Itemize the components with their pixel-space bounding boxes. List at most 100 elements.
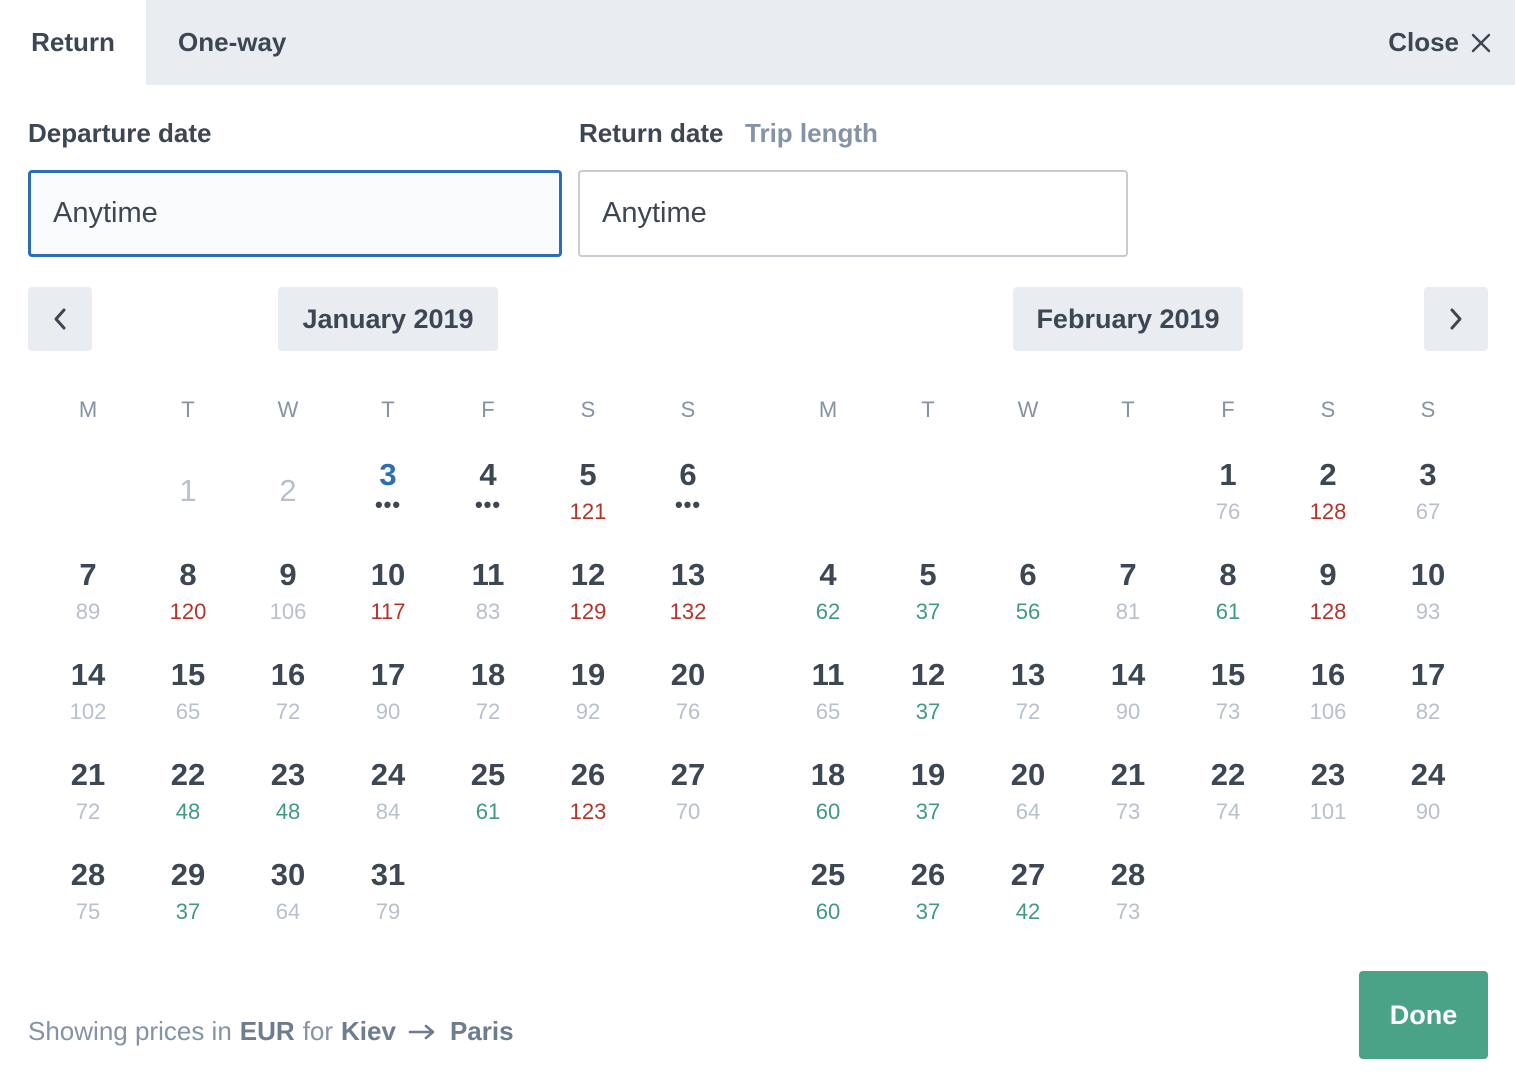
day-cell[interactable]: 24 84 — [338, 750, 438, 850]
day-number: 17 — [1410, 657, 1446, 692]
day-price: 60 — [815, 799, 841, 824]
day-cell[interactable]: 12 37 — [878, 650, 978, 750]
day-cell[interactable]: 14 102 — [38, 650, 138, 750]
day-cell[interactable]: 4 62 — [778, 550, 878, 650]
day-cell[interactable]: 23 48 — [238, 750, 338, 850]
day-cell[interactable]: 3 ••• — [338, 450, 438, 550]
day-cell[interactable]: 26 123 — [538, 750, 638, 850]
day-cell[interactable]: 22 74 — [1178, 750, 1278, 850]
tab-one-way[interactable]: One-way — [178, 0, 286, 85]
day-cell[interactable]: 11 65 — [778, 650, 878, 750]
day-cell[interactable]: 5 121 — [538, 450, 638, 550]
day-cell[interactable]: 22 48 — [138, 750, 238, 850]
day-cell[interactable]: 2 128 — [1278, 450, 1378, 550]
day-cell[interactable]: 6 56 — [978, 550, 1078, 650]
day-number: 2 — [279, 473, 297, 508]
day-number: 3 — [1419, 457, 1437, 492]
day-cell[interactable]: 21 73 — [1078, 750, 1178, 850]
day-cell[interactable]: 11 83 — [438, 550, 538, 650]
day-cell[interactable]: 20 76 — [638, 650, 738, 750]
weekday-label: T — [181, 397, 195, 422]
day-cell[interactable]: 13 72 — [978, 650, 1078, 750]
day-cell[interactable]: 25 61 — [438, 750, 538, 850]
day-cell[interactable]: 19 37 — [878, 750, 978, 850]
day-cell[interactable]: 24 90 — [1378, 750, 1478, 850]
day-number: 16 — [270, 657, 306, 692]
day-number: 7 — [1119, 557, 1137, 592]
footer-for: for — [302, 1016, 334, 1046]
day-cell[interactable]: 7 89 — [38, 550, 138, 650]
day-price: 90 — [375, 699, 401, 724]
day-price: 61 — [1215, 599, 1241, 624]
day-cell[interactable]: 9 128 — [1278, 550, 1378, 650]
day-cell[interactable]: 10 93 — [1378, 550, 1478, 650]
day-cell[interactable]: 30 64 — [238, 850, 338, 950]
day-number: 8 — [1219, 557, 1237, 592]
day-cell[interactable]: 9 106 — [238, 550, 338, 650]
close-icon — [1471, 33, 1491, 52]
day-cell[interactable]: 15 65 — [138, 650, 238, 750]
day-price: 75 — [75, 899, 101, 924]
day-cell[interactable]: 23 101 — [1278, 750, 1378, 850]
day-number: 19 — [910, 757, 946, 792]
day-cell[interactable]: 19 92 — [538, 650, 638, 750]
trip-length-link[interactable]: Trip length — [745, 118, 878, 149]
return-date-input[interactable] — [578, 170, 1128, 257]
price-currency-note: Showing prices in EUR for Kiev Paris — [28, 1016, 514, 1047]
day-cell[interactable]: 31 79 — [338, 850, 438, 950]
day-price: 73 — [1115, 899, 1141, 924]
day-number: 12 — [570, 557, 606, 592]
previous-month-button[interactable] — [28, 287, 92, 351]
close-button[interactable]: Close — [1388, 0, 1493, 85]
day-cell[interactable]: 28 75 — [38, 850, 138, 950]
done-button[interactable]: Done — [1359, 971, 1488, 1059]
day-number: 13 — [670, 557, 706, 592]
day-number: 6 — [679, 457, 697, 492]
day-cell[interactable]: 8 61 — [1178, 550, 1278, 650]
day-cell[interactable]: 27 42 — [978, 850, 1078, 950]
day-cell[interactable]: 10 117 — [338, 550, 438, 650]
day-cell[interactable]: 8 120 — [138, 550, 238, 650]
day-price: 90 — [1115, 699, 1141, 724]
day-cell[interactable]: 25 60 — [778, 850, 878, 950]
day-cell[interactable]: 21 72 — [38, 750, 138, 850]
day-cell[interactable]: 5 37 — [878, 550, 978, 650]
day-price: 84 — [375, 799, 401, 824]
day-cell[interactable]: 20 64 — [978, 750, 1078, 850]
day-cell[interactable]: 6 ••• — [638, 450, 738, 550]
departure-date-input[interactable] — [28, 170, 562, 257]
day-cell[interactable]: 16 72 — [238, 650, 338, 750]
day-cell[interactable]: 3 67 — [1378, 450, 1478, 550]
day-price: 106 — [1309, 699, 1347, 724]
day-cell[interactable]: 17 90 — [338, 650, 438, 750]
day-cell[interactable]: 29 37 — [138, 850, 238, 950]
day-cell[interactable]: 27 70 — [638, 750, 738, 850]
day-number: 31 — [370, 857, 406, 892]
day-cell[interactable]: 26 37 — [878, 850, 978, 950]
day-number: 5 — [919, 557, 937, 592]
day-cell[interactable]: 7 81 — [1078, 550, 1178, 650]
day-cell[interactable]: 16 106 — [1278, 650, 1378, 750]
day-cell[interactable]: 4 ••• — [438, 450, 538, 550]
day-cell[interactable]: 28 73 — [1078, 850, 1178, 950]
day-cell[interactable]: 13 132 — [638, 550, 738, 650]
day-cell[interactable]: 15 73 — [1178, 650, 1278, 750]
day-cell[interactable]: 17 82 — [1378, 650, 1478, 750]
day-cell[interactable]: 18 72 — [438, 650, 538, 750]
day-cell[interactable]: 14 90 — [1078, 650, 1178, 750]
day-cell[interactable]: 18 60 — [778, 750, 878, 850]
next-month-button[interactable] — [1424, 287, 1488, 351]
day-number: 10 — [370, 557, 406, 592]
weekday-label: T — [1121, 397, 1135, 422]
day-number: 3 — [379, 457, 397, 492]
weekday-label: F — [1221, 397, 1235, 422]
day-price: 117 — [370, 599, 406, 624]
day-price: 64 — [1015, 799, 1041, 824]
day-price: 67 — [1415, 499, 1441, 524]
calendar-january: MTWTFSS 1 2 3 ••• 4 ••• 5 121 6 ••• 7 89 8 120 9 106 10 1… — [38, 390, 738, 950]
close-label: Close — [1388, 27, 1459, 57]
tab-return[interactable]: Return — [0, 0, 146, 85]
day-price: 37 — [915, 699, 941, 724]
day-cell[interactable]: 12 129 — [538, 550, 638, 650]
day-cell[interactable]: 1 76 — [1178, 450, 1278, 550]
